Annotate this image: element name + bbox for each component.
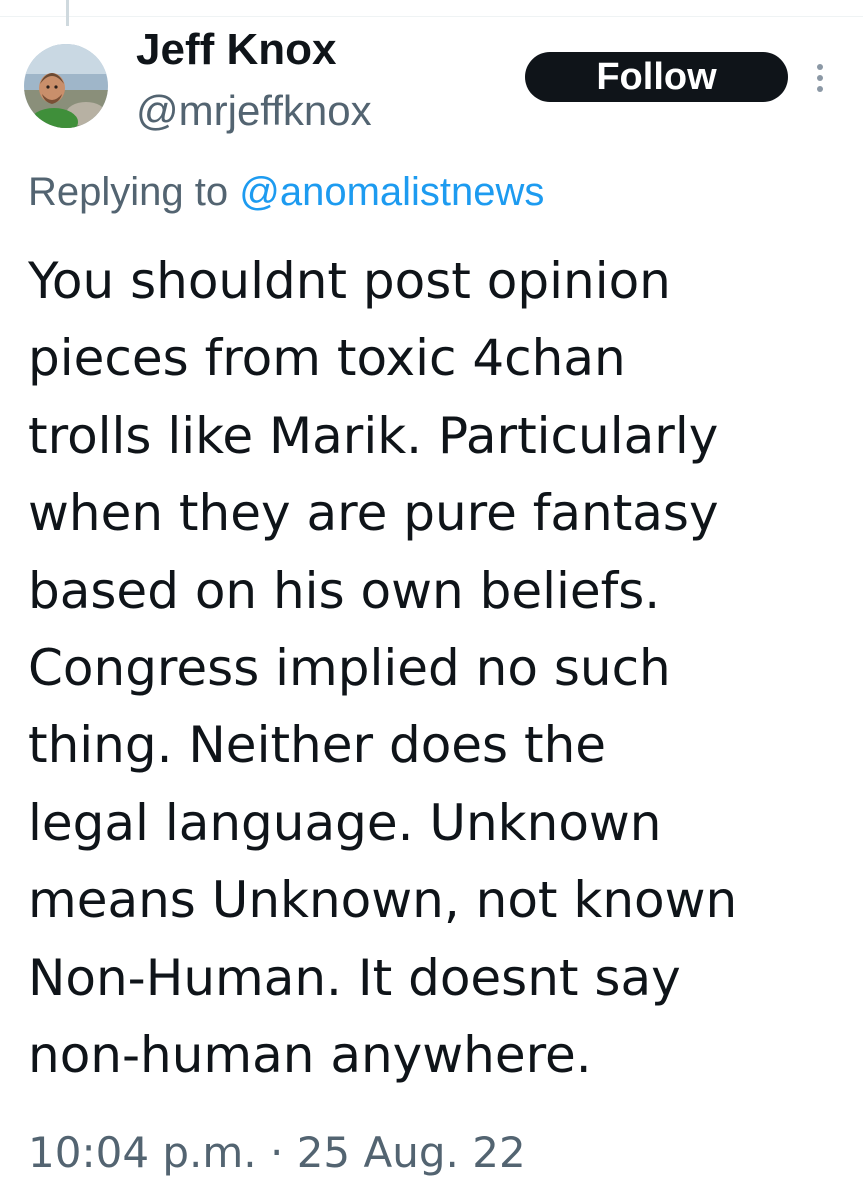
tweet-line: Non-Human. It doesnt say <box>28 948 681 1007</box>
author-name[interactable]: Jeff Knox <box>136 22 336 78</box>
author-handle[interactable]: @mrjeffknox <box>136 84 372 138</box>
replying-to-line: Replying to @anomalistnews <box>28 166 544 218</box>
avatar[interactable] <box>24 44 108 128</box>
reply-mention-link[interactable]: @anomalistnews <box>239 170 544 214</box>
tweet-line: thing. Neither does the <box>28 716 607 775</box>
more-vertical-icon[interactable] <box>810 58 830 98</box>
tweet-line: Congress implied no such <box>28 639 671 698</box>
thread-connector-line <box>66 0 69 26</box>
avatar-photo-icon <box>24 44 108 128</box>
replying-to-label: Replying to <box>28 170 240 214</box>
tweet-line: based on his own beliefs. <box>28 561 661 620</box>
tweet-line: when they are pure fantasy <box>28 484 719 543</box>
tweet-line: non-human anywhere. <box>28 1026 592 1085</box>
tweet-line: means Unknown, not known <box>28 871 738 930</box>
top-divider <box>0 16 863 17</box>
tweet-line: trolls like Marik. Particularly <box>28 406 719 465</box>
tweet-line: pieces from toxic 4chan <box>28 329 626 388</box>
tweet-line: legal language. Unknown <box>28 793 662 852</box>
follow-button[interactable]: Follow <box>525 52 788 102</box>
tweet-line: You shouldnt post opinion <box>28 252 671 310</box>
tweet-text: You shouldnt post opinion pieces from to… <box>28 243 848 1094</box>
tweet-timestamp[interactable]: 10:04 p.m. · 25 Aug. 22 <box>28 1126 526 1180</box>
